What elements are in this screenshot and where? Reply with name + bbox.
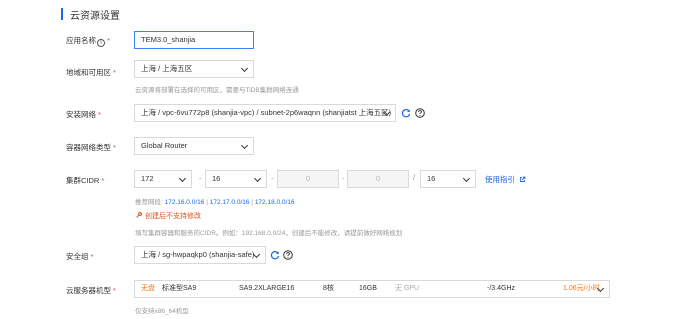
region-select[interactable]: 上海 / 上海五区 <box>134 60 254 78</box>
instance-family: 标准型SA9 <box>162 285 197 292</box>
cidr-mask-select[interactable]: 16 <box>420 170 476 188</box>
cidr-hint: 填写集群容器和服务的CIDR。例如：192.168.0.0/24，创建后不能修改… <box>135 230 403 237</box>
instance-cpu: 8核 <box>323 285 334 292</box>
region-select-value: 上海 / 上海五区 <box>141 64 193 73</box>
cidr-octet2-select[interactable]: 16 <box>205 170 267 188</box>
region-label: 地域和可用区 * <box>66 68 116 77</box>
container-network-value: Global Router <box>141 141 188 150</box>
help-icon[interactable] <box>283 250 293 260</box>
section-title: 云资源设置 <box>70 11 120 22</box>
chevron-down-icon <box>462 174 471 183</box>
instance-type-label: 云服务器机型 * <box>66 286 116 295</box>
network-label: 安装网络 * <box>66 110 101 119</box>
instance-type-select[interactable]: 无盘 标准型SA9 SA9.2XLARGE16 8核 16GB 无 GPU -/… <box>134 280 610 298</box>
chevron-down-icon <box>178 174 187 183</box>
refresh-icon[interactable] <box>270 250 280 260</box>
help-icon[interactable] <box>415 108 425 118</box>
instance-spec: SA9.2XLARGE16 <box>239 285 295 292</box>
app-name-label: 应用名称 i * <box>66 36 110 47</box>
cidr-warning: 创建后不支持修改 <box>135 211 201 221</box>
section-accent-bar <box>61 8 63 20</box>
info-icon[interactable]: i <box>97 39 105 47</box>
instance-tag: 无盘 <box>141 285 155 292</box>
chevron-down-icon <box>240 64 249 73</box>
cidr-octet3-input: 0 <box>277 170 339 188</box>
app-name-input[interactable]: TEM3.0_shanjia <box>134 31 254 49</box>
chevron-down-icon <box>253 174 262 183</box>
refresh-icon[interactable] <box>401 108 411 118</box>
cidr-slash: / <box>413 173 416 182</box>
security-group-value: 上海 / sg-hwpaqkp0 (shanjia-safe) <box>141 250 255 259</box>
security-group-label: 安全组 * <box>66 252 94 261</box>
cidr-octet4-input: 0 <box>347 170 409 188</box>
cidr-recommend-row: 推荐网段: 172.16.0.0/16 | 172.17.0.0/16 | 17… <box>135 199 295 206</box>
recommend-cidr-3[interactable]: 172.18.0.0/16 <box>255 199 295 206</box>
chevron-down-icon <box>240 141 249 150</box>
instance-gpu: 无 GPU <box>395 285 420 292</box>
region-hint: 云资源将部署在选择的可用区，需要与TiDB集群网络连通 <box>135 87 299 94</box>
instance-memory: 16GB <box>359 285 377 292</box>
instance-price: 1.06元/小时 <box>563 285 600 292</box>
cidr-dash: - <box>342 174 345 183</box>
container-network-select[interactable]: Global Router <box>134 137 254 155</box>
recommend-cidr-2[interactable]: 172.17.0.0/16 <box>210 199 250 206</box>
cidr-octet1-select[interactable]: 172 <box>134 170 192 188</box>
container-network-label: 容器网络类型 * <box>66 143 116 152</box>
security-group-select[interactable]: 上海 / sg-hwpaqkp0 (shanjia-safe) <box>134 246 266 264</box>
instance-type-hint: 仅支持x86_64机型 <box>135 308 189 315</box>
recommend-cidr-1[interactable]: 172.16.0.0/16 <box>165 199 205 206</box>
instance-freq: -/3.4GHz <box>487 285 516 292</box>
tool-icon <box>136 211 143 218</box>
cidr-label: 集群CIDR * <box>66 176 105 185</box>
usage-guide-link[interactable]: 使用指引 <box>485 174 526 185</box>
network-select-value: 上海 / vpc-6vu772p8 (shanjia-vpc) / subnet… <box>141 108 392 117</box>
cidr-dash: - <box>271 174 274 183</box>
external-link-icon <box>520 176 526 183</box>
cidr-dash: - <box>199 174 202 183</box>
network-select[interactable]: 上海 / vpc-6vu772p8 (shanjia-vpc) / subnet… <box>134 104 396 122</box>
